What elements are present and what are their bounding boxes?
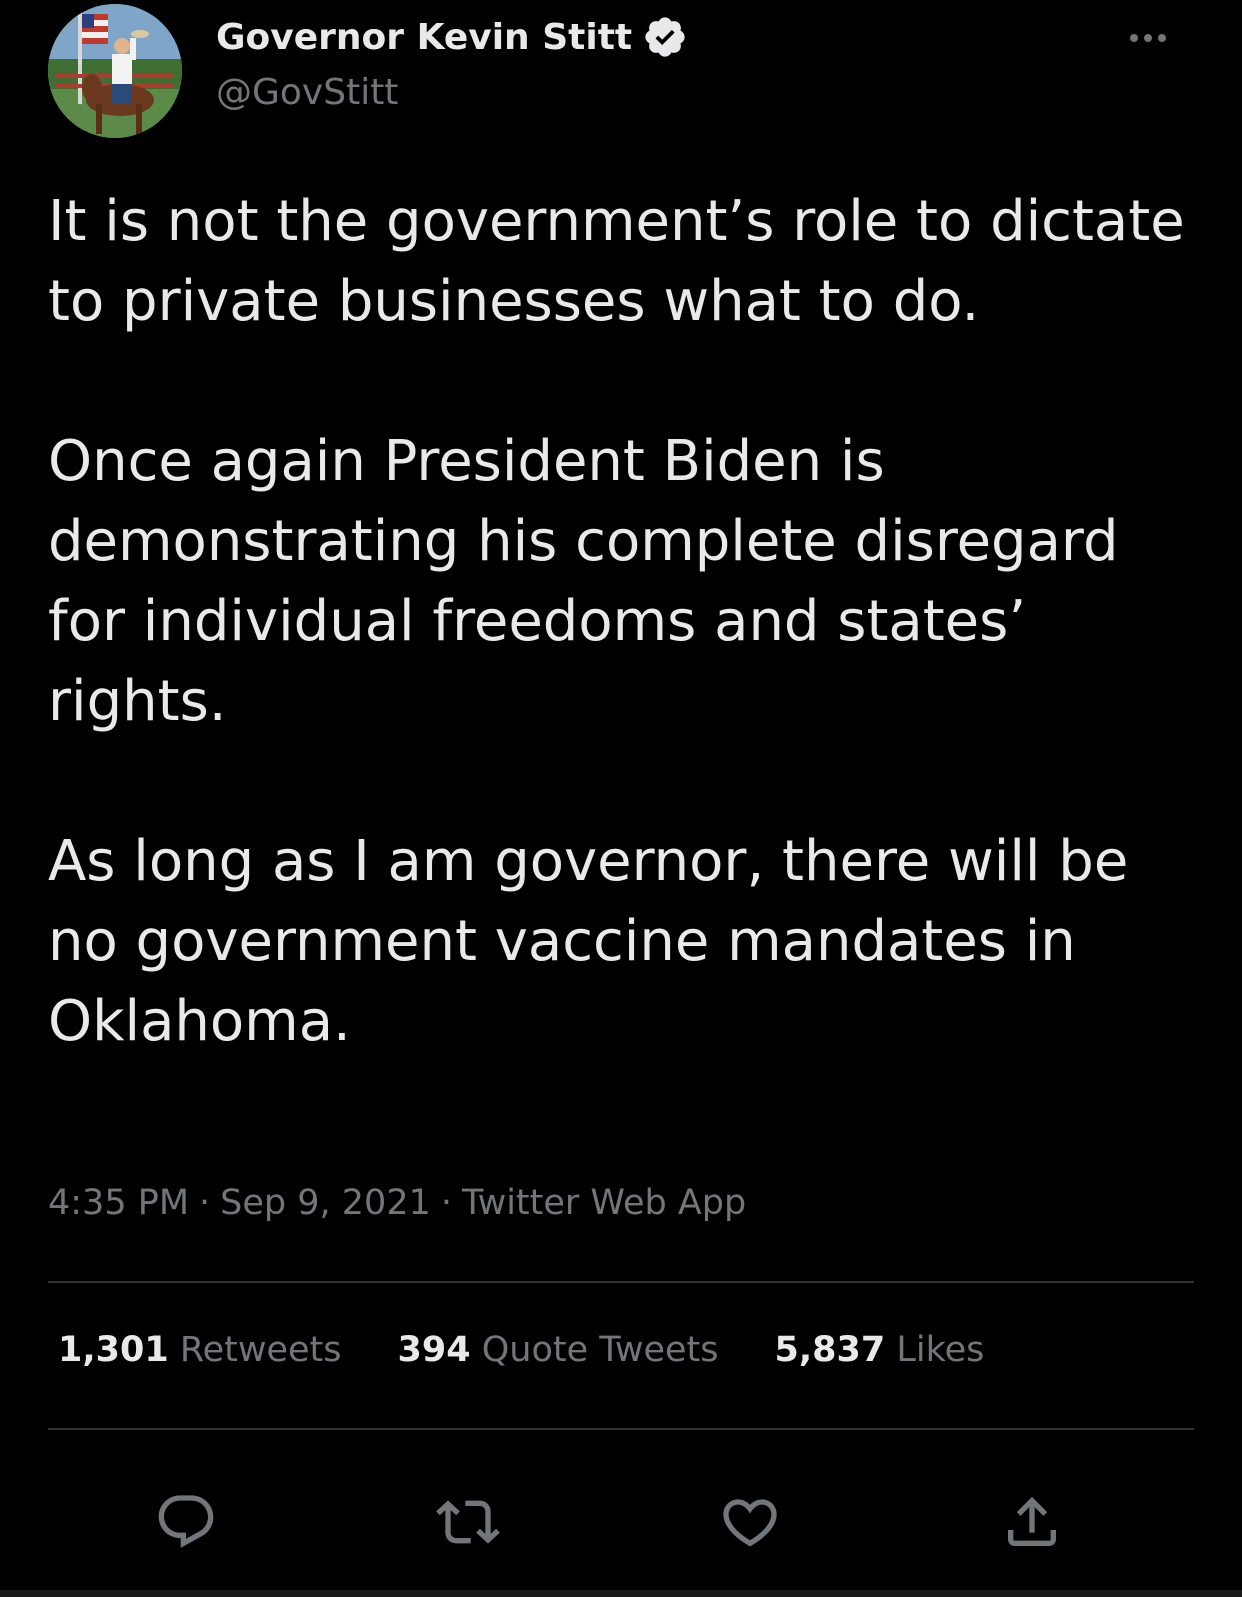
divider	[48, 1428, 1194, 1430]
retweet-button[interactable]	[436, 1490, 500, 1554]
divider	[48, 1281, 1194, 1283]
heart-icon	[723, 1499, 777, 1547]
tweet-date[interactable]: Sep 9, 2021	[220, 1183, 431, 1223]
retweets-label: Retweets	[179, 1330, 342, 1370]
verified-badge-icon	[642, 14, 688, 60]
more-options-button[interactable]	[1124, 22, 1172, 54]
separator: ·	[199, 1183, 211, 1223]
tweet-paragraph: It is not the government’s role to dicta…	[48, 189, 1185, 334]
quote-tweets-label: Quote Tweets	[481, 1330, 719, 1370]
author-handle[interactable]: @GovStitt	[216, 72, 398, 113]
reply-icon	[158, 1495, 214, 1548]
likes-stat[interactable]: 5,837 Likes	[774, 1330, 984, 1370]
tweet-source[interactable]: Twitter Web App	[462, 1183, 746, 1223]
share-button[interactable]	[1000, 1490, 1064, 1554]
author-name-text: Governor Kevin Stitt	[216, 16, 633, 58]
tweet-time[interactable]: 4:35 PM	[48, 1183, 189, 1223]
tweet-paragraph: Once again President Biden is demonstrat…	[48, 429, 1119, 734]
separator: ·	[440, 1183, 452, 1223]
retweets-count: 1,301	[58, 1330, 169, 1370]
likes-count: 5,837	[774, 1330, 886, 1370]
tweet-paragraph: As long as I am governor, there will be …	[48, 829, 1129, 1054]
likes-label: Likes	[896, 1330, 985, 1370]
tweet-text: It is not the government’s role to dicta…	[48, 182, 1198, 1062]
tweet-detail: Governor Kevin Stitt @GovStitt It is not…	[0, 0, 1242, 1597]
retweets-stat[interactable]: 1,301 Retweets	[58, 1330, 342, 1370]
reply-button[interactable]	[154, 1490, 218, 1554]
quote-tweets-stat[interactable]: 394 Quote Tweets	[398, 1330, 719, 1370]
tweet-metadata: 4:35 PM · Sep 9, 2021 · Twitter Web App	[48, 1183, 746, 1223]
more-horizontal-icon	[1130, 34, 1166, 42]
bottom-edge	[0, 1590, 1242, 1597]
author-name[interactable]: Governor Kevin Stitt	[216, 14, 688, 60]
avatar[interactable]	[48, 4, 182, 138]
retweet-icon	[436, 1500, 500, 1544]
engagement-stats: 1,301 Retweets 394 Quote Tweets 5,837 Li…	[58, 1330, 1040, 1370]
share-icon	[1008, 1496, 1056, 1546]
like-button[interactable]	[718, 1490, 782, 1554]
avatar-image	[48, 4, 182, 138]
quote-tweets-count: 394	[397, 1330, 471, 1370]
